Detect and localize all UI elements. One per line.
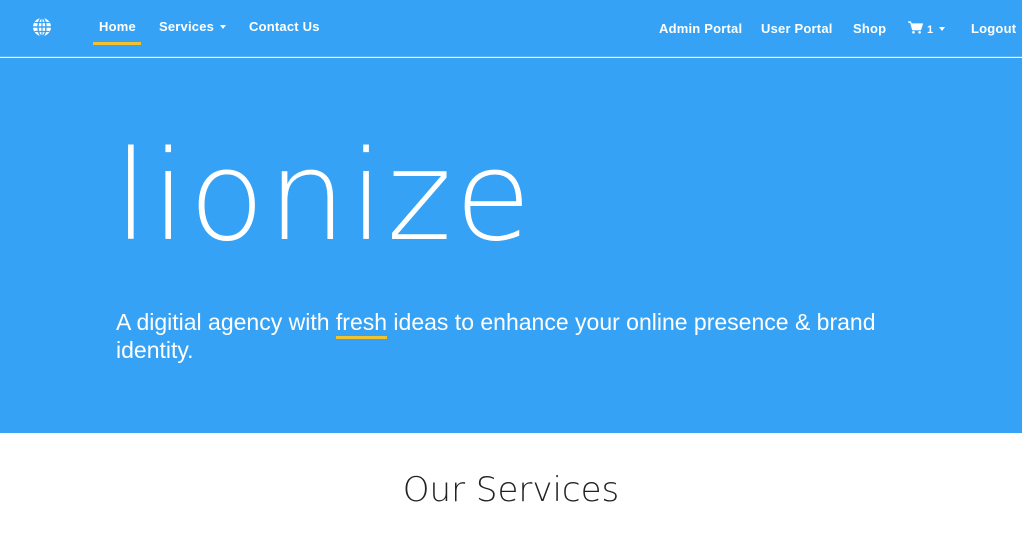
hero-brand-wordmark: lionize bbox=[114, 125, 535, 269]
globe-icon[interactable] bbox=[32, 17, 52, 37]
nav-logout-link[interactable]: Logout bbox=[971, 0, 1016, 57]
nav-shop-label: Shop bbox=[853, 21, 887, 36]
nav-cart-dropdown[interactable]: 1 bbox=[908, 0, 946, 57]
hero-section: lionize A digitial agency with fresh ide… bbox=[0, 58, 1022, 433]
cart-icon bbox=[908, 21, 923, 34]
tagline-text-start: A digitial agency with bbox=[116, 309, 336, 335]
nav-logout-label: Logout bbox=[971, 21, 1017, 36]
nav-contact-label: Contact Us bbox=[249, 19, 320, 34]
nav-shop-link[interactable]: Shop bbox=[853, 0, 886, 57]
nav-user-portal-label: User Portal bbox=[761, 21, 833, 36]
nav-admin-portal-link[interactable]: Admin Portal bbox=[659, 0, 742, 57]
tagline-highlight: fresh bbox=[335, 309, 388, 339]
cart-count-badge: 1 bbox=[927, 24, 934, 36]
nav-services-dropdown[interactable]: Services bbox=[159, 0, 227, 57]
chevron-down-icon bbox=[939, 27, 946, 31]
active-nav-indicator bbox=[93, 42, 141, 45]
chevron-down-icon bbox=[220, 25, 227, 29]
nav-services-label: Services bbox=[159, 19, 215, 34]
nav-home-label: Home bbox=[99, 19, 136, 34]
hero-tagline: A digitial agency with fresh ideas to en… bbox=[116, 308, 876, 364]
nav-admin-portal-label: Admin Portal bbox=[659, 21, 743, 36]
top-navbar: Home Services Contact Us Admin Portal Us… bbox=[0, 0, 1022, 57]
nav-home-link[interactable]: Home bbox=[99, 0, 136, 57]
nav-contact-link[interactable]: Contact Us bbox=[249, 0, 320, 57]
services-section-title: Our Services bbox=[402, 470, 620, 510]
nav-user-portal-link[interactable]: User Portal bbox=[761, 0, 833, 57]
